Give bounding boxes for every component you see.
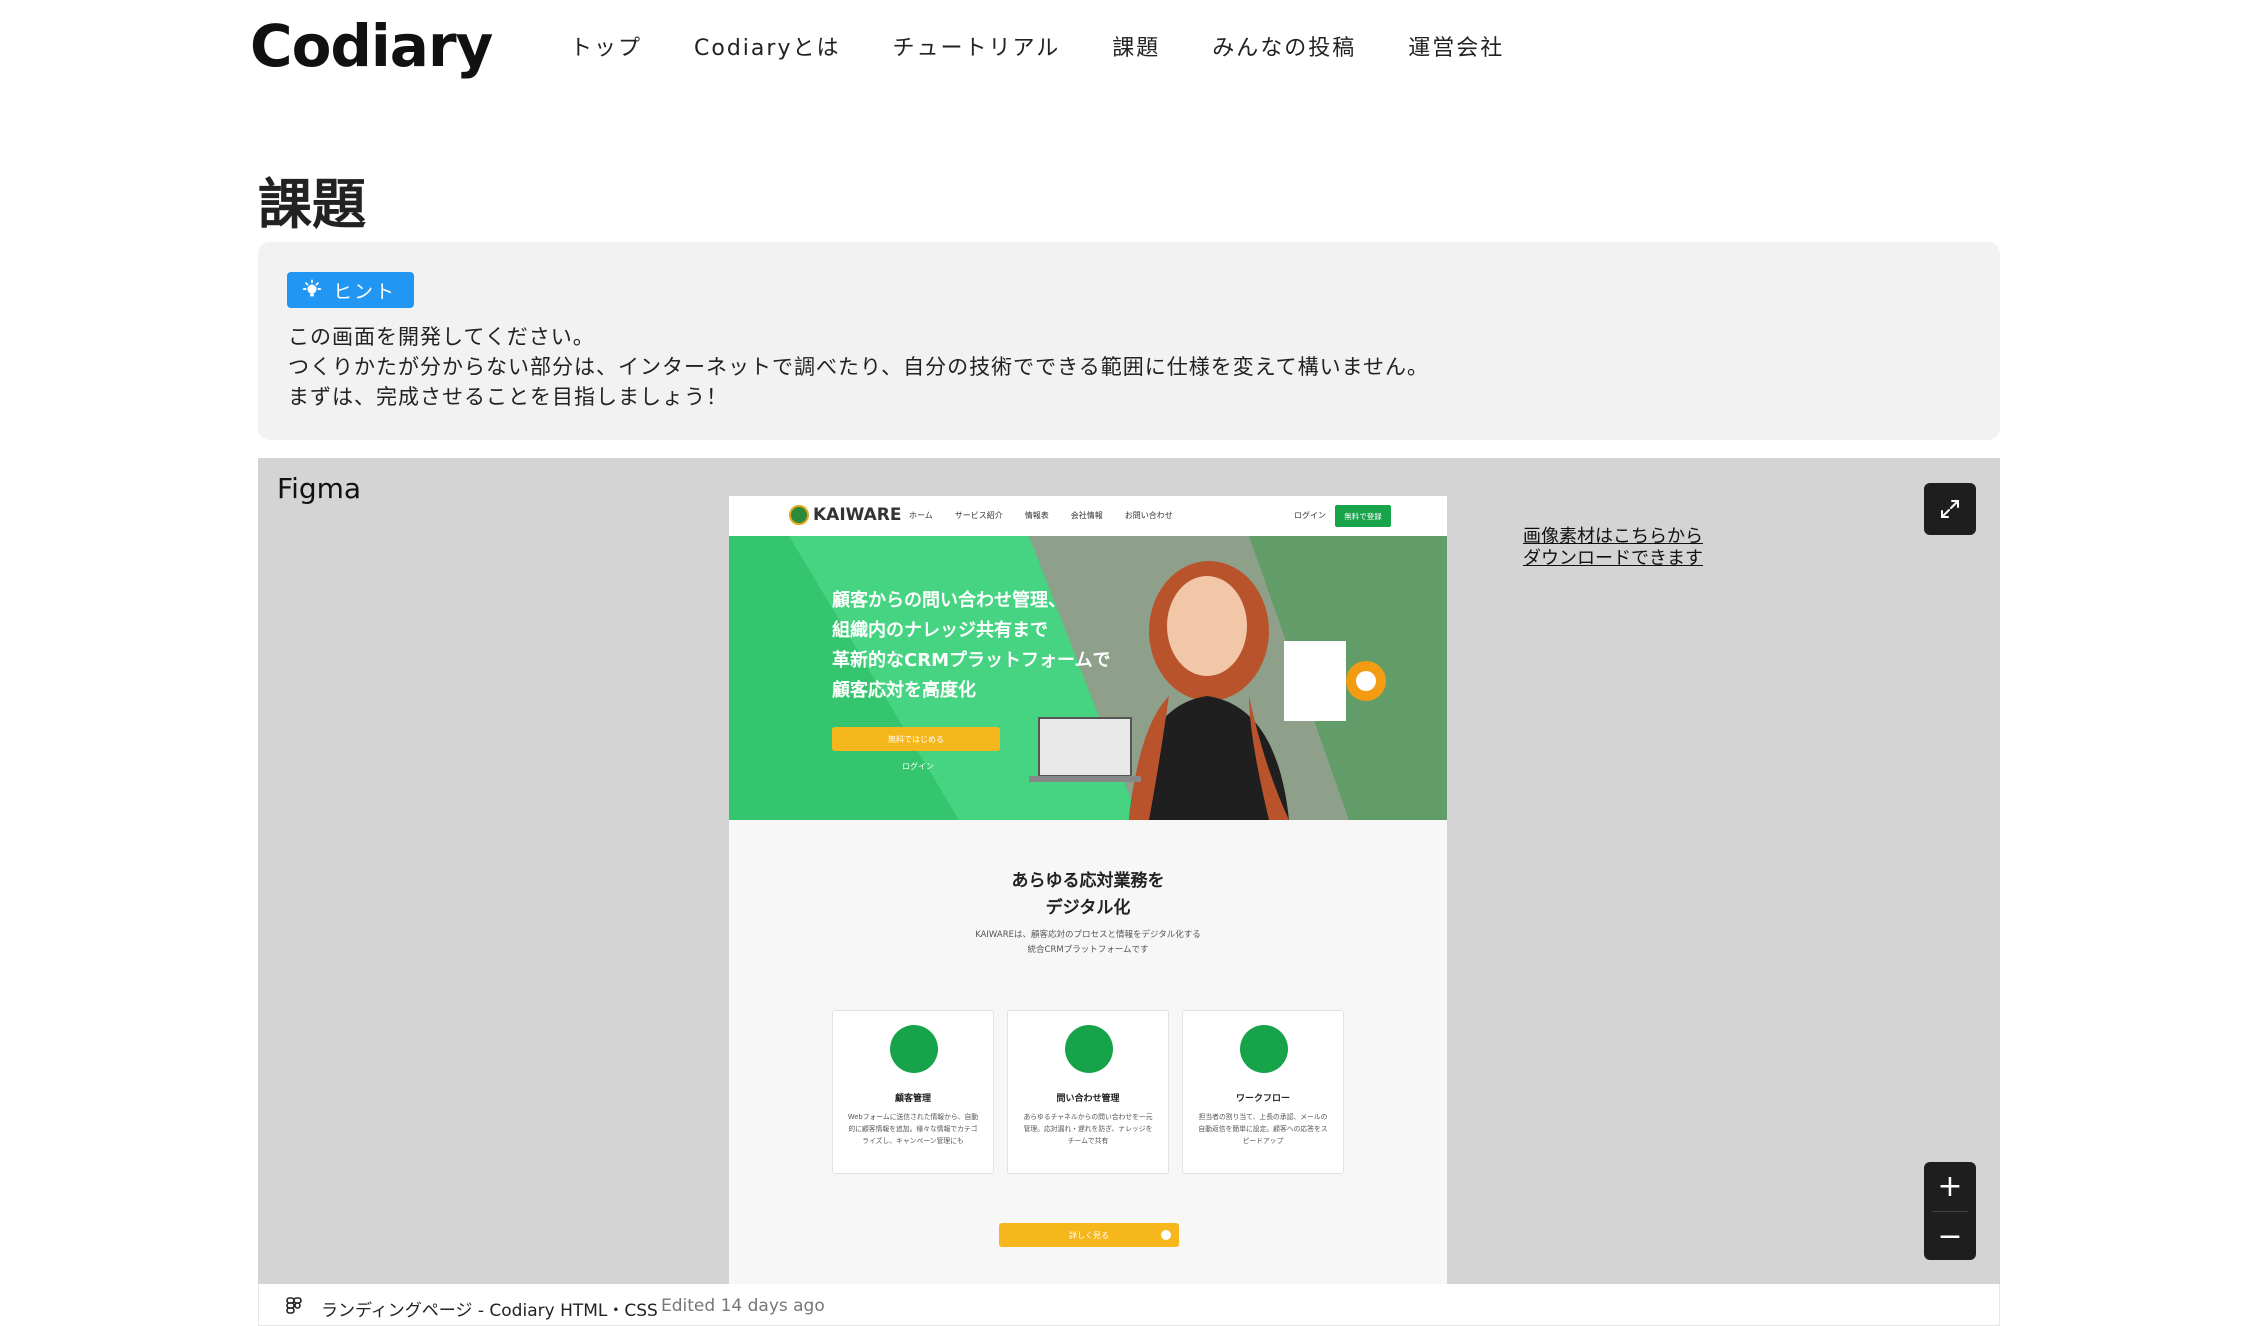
expand-button[interactable] [1924, 483, 1976, 535]
design-header: KAIWARE ホーム サービス紹介 情報表 会社情報 お問い合わせ ログイン … [729, 496, 1447, 536]
feature-card: ワークフロー 担当者の割り当て、上長の承認、メールの自動返信を簡単に設定。顧客へ… [1182, 1010, 1344, 1174]
map-pin-icon [890, 1025, 938, 1073]
checklist-icon [1240, 1025, 1288, 1073]
design-nav-item: 会社情報 [1070, 511, 1103, 520]
nav-item-top[interactable]: トップ [570, 30, 642, 62]
design-logo: KAIWARE [789, 505, 902, 525]
design-nav-item: ホーム [909, 511, 933, 520]
design-more-button: 詳しく見る [999, 1223, 1179, 1247]
download-assets-link[interactable]: 画像素材はこちらから ダウンロードできます [1523, 526, 1703, 570]
section-title-line: あらゆる応対業務を [1011, 871, 1165, 891]
design-frame[interactable]: KAIWARE ホーム サービス紹介 情報表 会社情報 お問い合わせ ログイン … [729, 496, 1447, 1284]
figma-embed[interactable]: Figma 画像素材はこちらから ダウンロードできます + − KAIWARE … [258, 458, 2000, 1284]
nav-item-tutorial[interactable]: チュートリアル [892, 30, 1060, 62]
site-header: Codiary トップ Codiaryとは チュートリアル 課題 みんなの投稿 … [0, 0, 2256, 100]
main-nav: トップ Codiaryとは チュートリアル 課題 みんなの投稿 運営会社 [570, 30, 1556, 62]
zoom-in-button[interactable]: + [1924, 1162, 1976, 1211]
hero-line: 革新的なCRMプラットフォームで [832, 650, 1111, 671]
hint-badge-label: ヒント [333, 280, 397, 303]
zoom-out-button[interactable]: − [1924, 1212, 1976, 1261]
design-signup-button: 無料で登録 [1335, 505, 1391, 527]
figma-file-bar: ランディングページ - Codiary HTML・CSS Edited 14 d… [258, 1284, 2000, 1326]
design-hero: 顧客からの問い合わせ管理、 組織内のナレッジ共有まで 革新的なCRMプラットフォ… [729, 536, 1447, 820]
hint-text: この画面を開発してください。 つくりかたが分からない部分は、インターネットで調べ… [288, 322, 1429, 412]
feature-title: ワークフロー [1235, 1094, 1290, 1104]
arrow-circle-icon [1161, 1230, 1171, 1240]
download-link-line: ダウンロードできます [1523, 548, 1703, 569]
hero-line: 顧客応対を高度化 [832, 680, 976, 701]
section-sub-line: 統合CRMプラットフォームです [1027, 945, 1149, 955]
figma-label: Figma [277, 472, 362, 505]
figma-edited-time: Edited 14 days ago [661, 1296, 825, 1316]
zoom-controls: + − [1924, 1162, 1976, 1260]
figma-icon [286, 1297, 302, 1314]
feature-title: 問い合わせ管理 [1056, 1094, 1120, 1104]
kaiware-logo-icon [789, 505, 809, 525]
section-sub-line: KAIWAREは、顧客応対のプロセスと情報をデジタル化する [975, 930, 1201, 940]
design-nav-item: 情報表 [1024, 511, 1049, 520]
feature-text: 担当者の割り当て、上長の承認、メールの自動返信を簡単に設定。顧客への応答をスピー… [1198, 1113, 1328, 1145]
hero-login-link: ログイン [902, 762, 934, 771]
nav-item-posts[interactable]: みんなの投稿 [1212, 30, 1356, 62]
expand-icon [1941, 500, 1959, 518]
hero-line: 顧客からの問い合わせ管理、 [832, 590, 1066, 611]
inbox-icon [1065, 1025, 1113, 1073]
download-link-line: 画像素材はこちらから [1523, 526, 1703, 547]
feature-title: 顧客管理 [894, 1094, 931, 1104]
design-logo-text: KAIWARE [813, 505, 902, 525]
nav-item-about[interactable]: Codiaryとは [694, 30, 840, 62]
hint-badge: ヒント [287, 272, 415, 308]
hero-cta-button: 無料ではじめる [832, 727, 1000, 751]
feature-text: あらゆるチャネルからの問い合わせを一元管理。応対漏れ・遅れを防ぎ、ナレッジをチー… [1023, 1113, 1153, 1145]
lightbulb-icon [302, 279, 322, 297]
figma-file-title[interactable]: ランディングページ - Codiary HTML・CSS [321, 1296, 658, 1321]
design-nav: ホーム サービス紹介 情報表 会社情報 お問い合わせ [909, 510, 1173, 521]
nav-item-company[interactable]: 運営会社 [1408, 30, 1504, 62]
design-nav-item: サービス紹介 [954, 511, 1003, 520]
design-more-label: 詳しく見る [1069, 1230, 1109, 1240]
section-title-line: デジタル化 [1045, 898, 1131, 918]
page-title: 課題 [258, 173, 366, 236]
nav-item-assignments[interactable]: 課題 [1112, 30, 1160, 62]
section-subtitle: KAIWAREは、顧客応対のプロセスと情報をデジタル化する 統合CRMプラットフ… [729, 928, 1447, 958]
design-nav-item: お問い合わせ [1124, 511, 1173, 520]
hero-headline: 顧客からの問い合わせ管理、 組織内のナレッジ共有まで 革新的なCRMプラットフォ… [832, 586, 1110, 706]
hint-line: つくりかたが分からない部分は、インターネットで調べたり、自分の技術でできる範囲に… [288, 355, 1430, 379]
hero-line: 組織内のナレッジ共有まで [832, 620, 1048, 641]
hint-box: ヒント この画面を開発してください。 つくりかたが分からない部分は、インターネッ… [258, 242, 2000, 440]
site-logo[interactable]: Codiary [250, 12, 493, 80]
hint-line: まずは、完成させることを目指しましょう！ [288, 385, 728, 409]
section-title: あらゆる応対業務を デジタル化 [729, 868, 1447, 922]
design-login-link: ログイン [1294, 511, 1326, 520]
hint-line: この画面を開発してください。 [288, 325, 595, 349]
feature-card: 問い合わせ管理 あらゆるチャネルからの問い合わせを一元管理。応対漏れ・遅れを防ぎ… [1007, 1010, 1169, 1174]
feature-text: Webフォームに送信された情報から、自動的に顧客情報を追加。様々な情報でカテゴラ… [847, 1113, 979, 1145]
feature-card: 顧客管理 Webフォームに送信された情報から、自動的に顧客情報を追加。様々な情報… [832, 1010, 994, 1174]
